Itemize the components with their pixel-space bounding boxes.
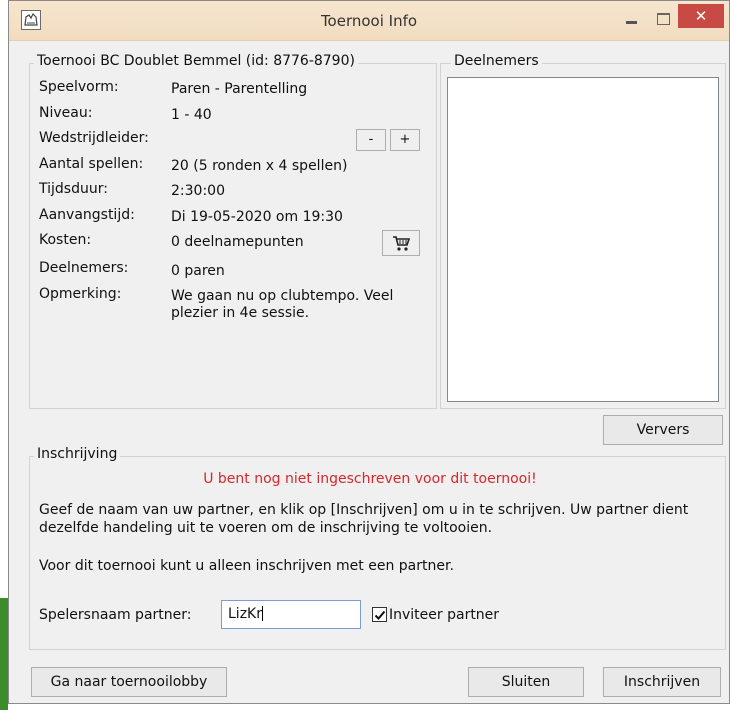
tijdsduur-value: 2:30:00 (171, 183, 225, 199)
cart-icon (393, 236, 411, 251)
niveau-value: 1 - 40 (171, 107, 212, 123)
opmerking-label: Opmerking: (39, 286, 122, 302)
toernooi-info-window: Toernooi Info ✕ Toernooi BC Doublet Bemm… (8, 0, 730, 704)
maximize-icon[interactable] (649, 9, 679, 31)
wedstrijdleider-label: Wedstrijdleider: (39, 130, 149, 146)
aanvangstijd-value: Di 19-05-2020 om 19:30 (171, 209, 343, 225)
text-caret (261, 606, 263, 621)
remove-director-button[interactable]: - (356, 129, 386, 151)
aanvangstijd-label: Aanvangstijd: (39, 207, 135, 223)
kosten-value: 0 deelnamepunten (171, 234, 304, 250)
speelvorm-value: Paren - Parentelling (171, 81, 308, 97)
participants-legend: Deelnemers (451, 53, 542, 69)
opmerking-value: We gaan nu op clubtempo. Veel plezier in… (171, 288, 394, 321)
close-button[interactable]: Sluiten (468, 667, 584, 697)
minimize-icon[interactable] (617, 9, 647, 31)
partner-required-note: Voor dit toernooi kunt u alleen inschrij… (39, 558, 454, 574)
invite-partner-checkbox[interactable] (372, 607, 387, 622)
add-director-button[interactable]: + (390, 129, 420, 151)
go-to-lobby-button[interactable]: Ga naar toernooilobby (31, 667, 227, 697)
tijdsduur-label: Tijdsduur: (39, 181, 108, 197)
aantal-spellen-value: 20 (5 ronden x 4 spellen) (171, 158, 348, 174)
background-app-edge (0, 598, 8, 710)
participants-list[interactable] (447, 77, 719, 402)
refresh-button[interactable]: Ververs (603, 415, 723, 445)
registration-instructions: Geef de naam van uw partner, en klik op … (39, 502, 689, 536)
checkmark-icon (374, 610, 386, 620)
deelnemers-value: 0 paren (171, 263, 225, 279)
buy-points-button[interactable] (382, 230, 420, 256)
tournament-info-legend: Toernooi BC Doublet Bemmel (id: 8776-879… (34, 53, 358, 69)
registration-legend: Inschrijving (34, 446, 121, 462)
speelvorm-label: Speelvorm: (39, 79, 119, 95)
register-button[interactable]: Inschrijven (603, 667, 721, 697)
partner-name-label: Spelersnaam partner: (39, 607, 192, 623)
aantal-spellen-label: Aantal spellen: (39, 156, 144, 172)
niveau-label: Niveau: (39, 105, 93, 121)
title-bar[interactable]: Toernooi Info ✕ (9, 1, 729, 41)
not-registered-warning: U bent nog niet ingeschreven voor dit to… (203, 471, 537, 487)
close-icon[interactable]: ✕ (678, 4, 724, 28)
invite-partner-label[interactable]: Inviteer partner (389, 607, 499, 623)
partner-name-input[interactable]: LizKr (221, 600, 361, 629)
deelnemers-label: Deelnemers: (39, 260, 129, 276)
kosten-label: Kosten: (39, 232, 92, 248)
partner-name-value: LizKr (228, 606, 262, 622)
